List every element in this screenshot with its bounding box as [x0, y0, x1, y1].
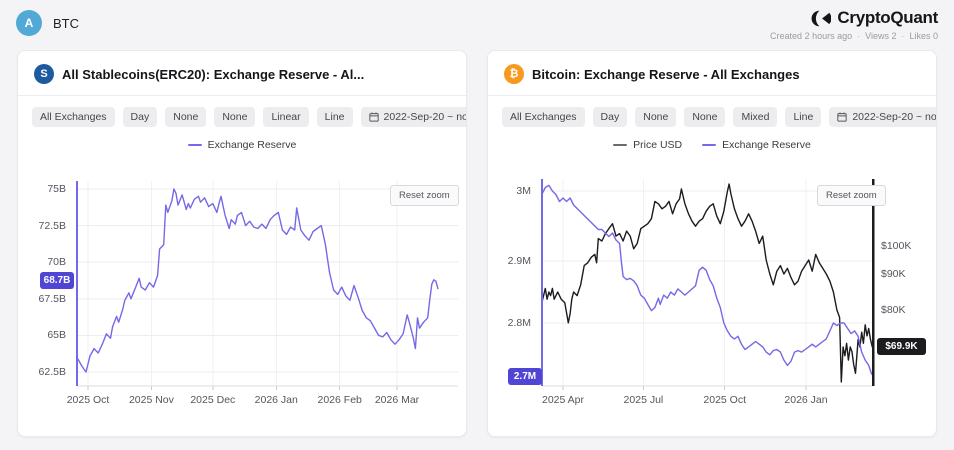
- y-axis-tick-label: 65B: [47, 329, 66, 341]
- created-time: Created 2 hours ago: [770, 31, 852, 41]
- x-axis-tick-label: 2025 Oct: [67, 394, 110, 406]
- current-value-badge: $69.9K: [877, 338, 926, 355]
- page-title: BTC: [53, 16, 79, 31]
- x-axis-tick-label: 2026 Jan: [784, 394, 827, 406]
- chart-cards-row: S All Stablecoins(ERC20): Exchange Reser…: [0, 50, 954, 437]
- x-axis-tick-label: 2025 Dec: [190, 394, 235, 406]
- filter-chip-all-exchanges[interactable]: All Exchanges: [502, 107, 585, 127]
- reset-zoom-button[interactable]: Reset zoom: [390, 185, 459, 206]
- y-axis-tick-label: 2.8M: [508, 317, 531, 329]
- x-axis-tick-label: 2025 Jul: [624, 394, 664, 406]
- reset-zoom-button[interactable]: Reset zoom: [817, 185, 886, 206]
- chart-legend: Exchange Reserve: [18, 139, 466, 151]
- card-header: ₿ Bitcoin: Exchange Reserve - All Exchan…: [488, 51, 936, 95]
- bitcoin-icon: ₿: [504, 64, 524, 84]
- filter-chip-line[interactable]: Line: [785, 107, 821, 127]
- avatar[interactable]: A: [16, 10, 42, 36]
- filter-chip-linear[interactable]: Linear: [263, 107, 308, 127]
- filter-chip-line[interactable]: Line: [317, 107, 353, 127]
- cryptoquant-logo[interactable]: CryptoQuant: [810, 8, 938, 28]
- filter-chip-none[interactable]: None: [165, 107, 206, 127]
- views-count: Views 2: [865, 31, 896, 41]
- legend-label: Price USD: [633, 139, 682, 151]
- filter-chip-day[interactable]: Day: [123, 107, 158, 127]
- y-axis-tick-label: 2.9M: [508, 255, 531, 267]
- filter-chip-mixed[interactable]: Mixed: [733, 107, 777, 127]
- post-meta: Created 2 hours ago Views 2 Likes 0: [770, 31, 938, 41]
- filter-chip-none[interactable]: None: [635, 107, 676, 127]
- current-value-badge: 68.7B: [40, 272, 74, 289]
- filter-chips-row: All Exchanges Day None None Mixed Line 2022-Se…: [488, 96, 936, 127]
- legend-label: Exchange Reserve: [208, 139, 297, 151]
- stablecoin-icon: S: [34, 64, 54, 84]
- x-axis-tick-label: 2026 Mar: [375, 394, 419, 406]
- chart-title: Bitcoin: Exchange Reserve - All Exchange…: [532, 67, 800, 82]
- date-range-label: 2022-Sep-20 ~ now: [852, 111, 937, 123]
- legend-dash: [613, 144, 627, 146]
- chart-title: All Stablecoins(ERC20): Exchange Reserve…: [62, 67, 364, 82]
- y-axis-tick-label: 70B: [47, 256, 66, 268]
- y-axis-tick-label: 3M: [516, 185, 531, 197]
- y-axis-tick-label: $90K: [881, 268, 906, 280]
- legend-item-price-usd[interactable]: Price USD: [613, 139, 682, 151]
- filter-chip-none[interactable]: None: [214, 107, 255, 127]
- filter-chip-day[interactable]: Day: [593, 107, 628, 127]
- y-axis-tick-label: $80K: [881, 304, 906, 316]
- bitcoin-chart-card: ₿ Bitcoin: Exchange Reserve - All Exchan…: [487, 50, 937, 437]
- date-range-label: 2022-Sep-20 ~ now: [384, 111, 467, 123]
- filter-chips-row: All Exchanges Day None None Linear Line 2022-S…: [18, 96, 466, 127]
- filter-chip-none[interactable]: None: [684, 107, 725, 127]
- y-axis-tick-label: 75B: [47, 183, 66, 195]
- x-axis-tick-label: 2025 Oct: [703, 394, 746, 406]
- date-range-chip[interactable]: 2022-Sep-20 ~ now: [829, 107, 937, 127]
- x-axis-tick-label: 2025 Nov: [129, 394, 174, 406]
- date-range-chip[interactable]: 2022-Sep-20 ~ now: [361, 107, 467, 127]
- meta-separator: [857, 31, 860, 41]
- stablecoin-chart-card: S All Stablecoins(ERC20): Exchange Reser…: [17, 50, 467, 437]
- y-axis-tick-label: 62.5B: [39, 366, 66, 378]
- legend-dash: [188, 144, 202, 146]
- meta-separator: [901, 31, 904, 41]
- current-value-badge: 2.7M: [508, 368, 542, 385]
- calendar-icon: [369, 112, 379, 122]
- likes-count: Likes 0: [909, 31, 938, 41]
- legend-item-exchange-reserve[interactable]: Exchange Reserve: [188, 139, 297, 151]
- legend-item-exchange-reserve[interactable]: Exchange Reserve: [702, 139, 811, 151]
- calendar-icon: [837, 112, 847, 122]
- y-axis-tick-label: $100K: [881, 240, 911, 252]
- chart-legend: Price USD Exchange Reserve: [488, 139, 936, 151]
- x-axis-tick-label: 2026 Jan: [255, 394, 298, 406]
- brand-name: CryptoQuant: [837, 8, 938, 28]
- x-axis-tick-label: 2025 Apr: [542, 394, 584, 406]
- cryptoquant-logo-icon: [810, 9, 831, 28]
- card-header: S All Stablecoins(ERC20): Exchange Reser…: [18, 51, 466, 95]
- topbar: A BTC CryptoQuant Created 2 hours ago Vi…: [0, 0, 954, 48]
- legend-label: Exchange Reserve: [722, 139, 811, 151]
- y-axis-tick-label: 67.5B: [39, 293, 66, 305]
- y-axis-tick-label: 72.5B: [39, 220, 66, 232]
- filter-chip-all-exchanges[interactable]: All Exchanges: [32, 107, 115, 127]
- x-axis-tick-label: 2026 Feb: [318, 394, 362, 406]
- legend-dash: [702, 144, 716, 146]
